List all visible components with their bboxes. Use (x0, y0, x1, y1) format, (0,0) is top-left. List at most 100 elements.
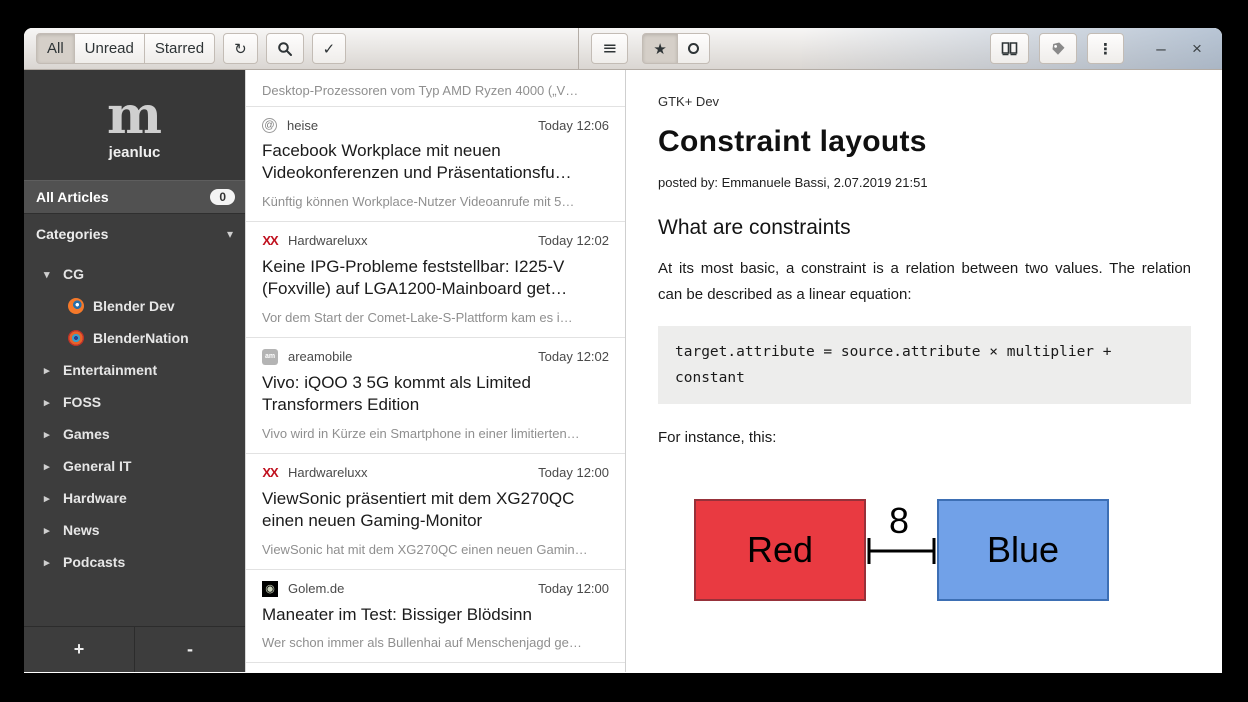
feed-label: Blender Dev (93, 298, 175, 314)
category-label: General IT (63, 458, 131, 474)
sidebar-item-all-articles[interactable]: All Articles 0 (24, 180, 245, 214)
chevron-right-icon[interactable]: ▸ (44, 396, 54, 409)
chevron-right-icon[interactable]: ▸ (44, 492, 54, 505)
titlebar: All Unread Starred ↻ ✓ ≡ ★ (24, 28, 1222, 70)
chevron-down-icon[interactable]: ▾ (44, 268, 54, 281)
tag-button[interactable] (1039, 33, 1077, 64)
item-time: Today 12:02 (538, 233, 609, 248)
list-item[interactable]: am areamobile Today 12:02 Vivo: iQOO 3 5… (246, 338, 625, 454)
article-paragraph: At its most basic, a constraint is a rel… (658, 256, 1191, 308)
account-username: jeanluc (109, 144, 161, 161)
category-label: Entertainment (63, 362, 157, 378)
code-line: constant (675, 365, 1174, 391)
article-byline: posted by: Emmanuele Bassi, 2.07.2019 21… (658, 175, 1191, 190)
item-time: Today 12:00 (538, 465, 609, 480)
tab-unread[interactable]: Unread (74, 33, 145, 64)
mark-read-button[interactable]: ✓ (312, 33, 347, 64)
unread-toggle-button[interactable] (677, 33, 710, 64)
article-list[interactable]: Desktop-Prozessoren vom Typ AMD Ryzen 40… (246, 70, 626, 672)
article-feed-name: GTK+ Dev (658, 94, 1191, 109)
sidebar-item-foss[interactable]: ▸ FOSS (24, 386, 245, 418)
item-title: Facebook Workplace mit neuen Videokonfer… (262, 140, 609, 185)
item-source: heise (287, 118, 318, 133)
minimize-button[interactable]: – (1148, 39, 1174, 59)
item-source: Hardwareluxx (288, 465, 367, 480)
spacing-value-label: 8 (889, 500, 909, 541)
menu-button[interactable]: ≡ (591, 33, 628, 64)
remove-feed-button[interactable]: - (135, 627, 245, 672)
golem-feed-icon: ◉ (262, 581, 278, 597)
constraint-diagram: Red Blue 8 (688, 489, 1113, 617)
sidebar-item-general-it[interactable]: ▸ General IT (24, 450, 245, 482)
item-source: Hardwareluxx (288, 233, 367, 248)
sidebar-item-hardware[interactable]: ▸ Hardware (24, 482, 245, 514)
item-snippet: Künftig können Workplace-Nutzer Videoanr… (262, 194, 609, 209)
tab-starred[interactable]: Starred (144, 33, 215, 64)
paragraph-line: can be described as a linear equation: (658, 282, 1191, 308)
feed-label: BlenderNation (93, 330, 189, 346)
add-feed-button[interactable]: + (24, 627, 135, 672)
more-options-button[interactable]: ⋮ (1087, 33, 1124, 64)
titlebar-separator (578, 28, 579, 70)
sidebar-item-games[interactable]: ▸ Games (24, 418, 245, 450)
sidebar-footer: + - (24, 626, 245, 672)
sidebar: m jeanluc All Articles 0 Categories ▾ ▾ … (24, 70, 246, 672)
unread-count-badge: 0 (210, 189, 235, 205)
kebab-icon: ⋮ (1098, 40, 1113, 58)
sidebar-item-blender-dev[interactable]: Blender Dev (24, 290, 245, 322)
item-title: Maneater im Test: Bissiger Blödsinn (262, 604, 609, 626)
list-item[interactable]: XX Hardwareluxx Today 12:00 ViewSonic pr… (246, 454, 625, 570)
book-icon (1001, 41, 1018, 56)
chevron-right-icon[interactable]: ▸ (44, 460, 54, 473)
item-title: ViewSonic präsentiert mit dem XG270QC ei… (262, 488, 609, 533)
areamobile-feed-icon: am (262, 349, 278, 365)
chevron-right-icon[interactable]: ▸ (44, 364, 54, 377)
blue-box-label: Blue (987, 529, 1059, 570)
star-toggle-button[interactable]: ★ (642, 33, 677, 64)
section-heading: What are constraints (658, 216, 1191, 240)
hardwareluxx-feed-icon: XX (262, 233, 278, 249)
category-label: CG (63, 266, 84, 282)
item-snippet: Wer schon immer als Bullenhai auf Mensch… (262, 635, 609, 650)
service-logo: m (107, 90, 162, 142)
tab-all[interactable]: All (36, 33, 75, 64)
item-title: Vivo: iQOO 3 5G kommt als Limited Transf… (262, 372, 609, 417)
item-snippet: Vivo wird in Kürze ein Smartphone in ein… (262, 426, 609, 441)
heise-feed-icon: @ (262, 118, 277, 133)
item-time: Today 12:00 (538, 581, 609, 596)
list-item[interactable]: ◉ Golem.de Today 12:00 Maneater im Test:… (246, 570, 625, 663)
list-item-partial-top[interactable]: Desktop-Prozessoren vom Typ AMD Ryzen 40… (246, 70, 625, 107)
main-area: m jeanluc All Articles 0 Categories ▾ ▾ … (24, 70, 1222, 672)
sidebar-item-entertainment[interactable]: ▸ Entertainment (24, 354, 245, 386)
star-icon: ★ (653, 40, 666, 58)
list-item[interactable]: XX Hardwareluxx Today 12:02 Keine IPG-Pr… (246, 222, 625, 338)
chevron-right-icon[interactable]: ▸ (44, 556, 54, 569)
list-item-partial-bottom[interactable]: SJ Serienjunkies Today 12:00 (246, 663, 625, 672)
refresh-button[interactable]: ↻ (223, 33, 258, 64)
categories-label: Categories (36, 226, 108, 242)
item-title: Keine IPG-Probleme feststellbar: I225-V … (262, 256, 609, 301)
feedreader-window: All Unread Starred ↻ ✓ ≡ ★ (24, 28, 1222, 673)
sidebar-item-podcasts[interactable]: ▸ Podcasts (24, 546, 245, 578)
categories-header[interactable]: Categories ▾ (24, 214, 245, 254)
item-time: Today 12:02 (538, 349, 609, 364)
read-later-button[interactable] (990, 33, 1029, 64)
item-source: areamobile (288, 349, 352, 364)
close-button[interactable]: × (1184, 39, 1210, 59)
category-label: News (63, 522, 100, 538)
sidebar-item-cg[interactable]: ▾ CG (24, 258, 245, 290)
sidebar-item-news[interactable]: ▸ News (24, 514, 245, 546)
search-button[interactable] (266, 33, 304, 64)
filter-tabs: All Unread Starred (36, 33, 215, 64)
category-label: Games (63, 426, 110, 442)
list-item[interactable]: @ heise Today 12:06 Facebook Workplace m… (246, 107, 625, 222)
item-snippet: Vor dem Start der Comet-Lake-S-Plattform… (262, 310, 609, 325)
chevron-right-icon[interactable]: ▸ (44, 524, 54, 537)
category-label: FOSS (63, 394, 101, 410)
sidebar-item-blendernation[interactable]: BlenderNation (24, 322, 245, 354)
article-view[interactable]: GTK+ Dev Constraint layouts posted by: E… (626, 70, 1222, 672)
account-header: m jeanluc (24, 70, 245, 180)
chevron-right-icon[interactable]: ▸ (44, 428, 54, 441)
chevron-down-icon: ▾ (227, 227, 233, 241)
hardwareluxx-feed-icon: XX (262, 465, 278, 481)
